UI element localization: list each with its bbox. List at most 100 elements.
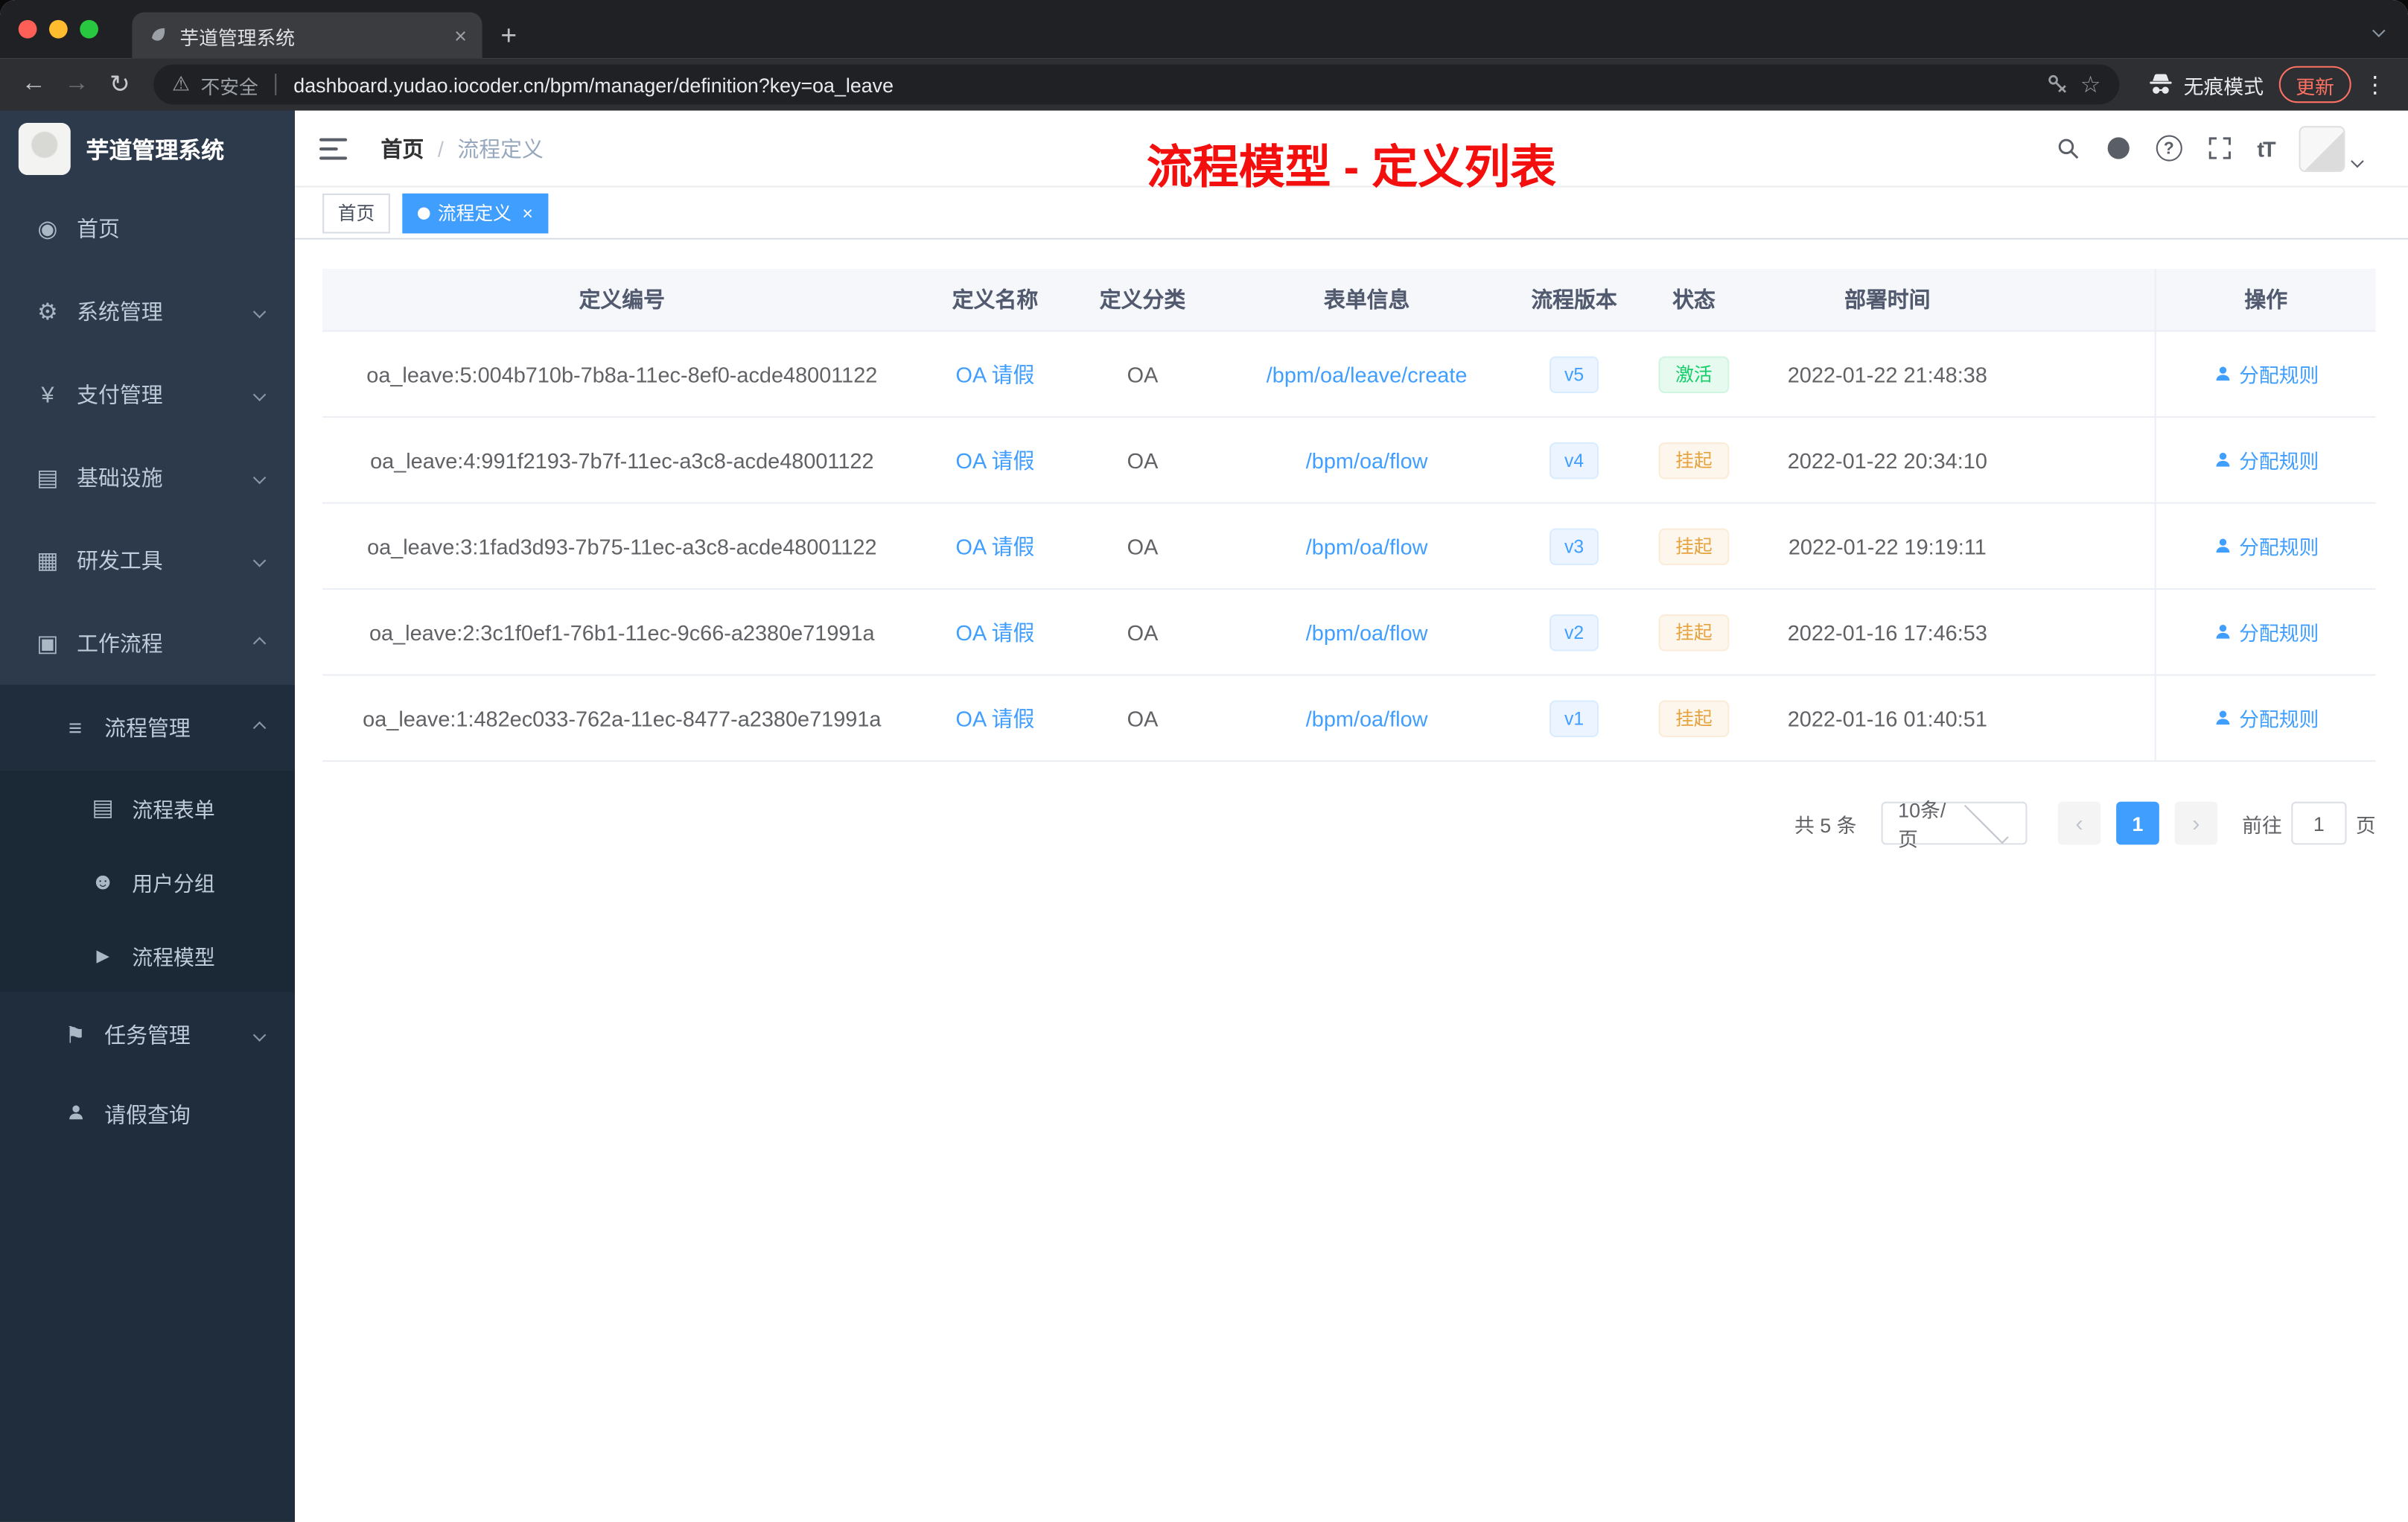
sidebar-item-infrastructure[interactable]: ▤ 基础设施	[0, 436, 295, 519]
cell-deploy-time: 2022-01-22 21:48:38	[1787, 361, 1987, 386]
user-avatar-wrap[interactable]	[2299, 125, 2364, 171]
version-badge: v3	[1549, 527, 1599, 564]
zoom-window-button[interactable]	[80, 19, 98, 39]
breadcrumb-home[interactable]: 首页	[381, 133, 424, 163]
page-content: 定义编号 定义名称 定义分类 表单信息 流程版本 状态 部署时间 操作 oa_l…	[295, 239, 2408, 1522]
definition-name-link[interactable]: OA 请假	[956, 445, 1035, 475]
goto-page: 前往 页	[2242, 801, 2376, 845]
browser-toolbar: ← → ↻ ⚠ 不安全 dashboard.yudao.iocoder.cn/b…	[0, 58, 2408, 111]
form-info-link[interactable]: /bpm/oa/flow	[1306, 620, 1428, 644]
fullscreen-icon[interactable]	[2206, 136, 2232, 162]
sidebar-item-process-mgmt[interactable]: ≡ 流程管理	[0, 684, 295, 771]
tab-search-chevron-icon[interactable]	[2372, 16, 2386, 43]
back-button[interactable]: ←	[13, 63, 56, 106]
form-info-link[interactable]: /bpm/oa/flow	[1306, 448, 1428, 472]
search-icon[interactable]	[2054, 136, 2080, 162]
user-group-icon: ☻	[90, 868, 115, 895]
minimize-window-button[interactable]	[49, 19, 68, 39]
tag-process-definition[interactable]: 流程定义 ×	[402, 192, 549, 233]
forward-button[interactable]: →	[55, 63, 98, 106]
window-controls	[0, 19, 114, 39]
bookmark-star-icon[interactable]: ☆	[2080, 71, 2101, 98]
chevron-down-icon	[252, 554, 267, 567]
assign-rule-link[interactable]: 分配规则	[2213, 617, 2319, 646]
sidebar-item-leave-query[interactable]: 请假查询	[0, 1077, 295, 1152]
sidebar-item-process-form[interactable]: ▤ 流程表单	[0, 771, 295, 845]
tab-close-icon[interactable]: ×	[454, 25, 467, 46]
browser-menu-icon[interactable]: ⋮	[2363, 71, 2386, 98]
sidebar-item-payment-mgmt[interactable]: ¥ 支付管理	[0, 353, 295, 436]
avatar-dropdown-caret-icon[interactable]	[2351, 153, 2364, 168]
cell-category: OA	[1127, 705, 1159, 730]
sidebar-toggle-icon[interactable]	[319, 137, 348, 159]
help-icon[interactable]: ?	[2156, 135, 2182, 162]
cell-definition-id: oa_leave:1:482ec033-762a-11ec-8477-a2380…	[363, 705, 882, 730]
version-badge: v2	[1549, 613, 1599, 651]
prev-page-button[interactable]: ‹	[2057, 801, 2101, 845]
status-badge: 挂起	[1658, 441, 1730, 479]
sidebar-item-task-mgmt[interactable]: ⚑ 任务管理	[0, 992, 295, 1078]
page-title-annotation: 流程模型 - 定义列表	[1146, 142, 1557, 194]
breadcrumb-separator: /	[437, 136, 444, 161]
logo-avatar	[18, 123, 71, 176]
definition-name-link[interactable]: OA 请假	[956, 703, 1035, 733]
github-icon[interactable]	[2105, 136, 2131, 162]
cell-definition-id: oa_leave:5:004b710b-7b8a-11ec-8ef0-acde4…	[366, 361, 878, 386]
version-badge: v5	[1549, 355, 1599, 392]
sidebar-item-dev-tools[interactable]: ▦ 研发工具	[0, 519, 295, 602]
form-info-link[interactable]: /bpm/oa/flow	[1306, 534, 1428, 558]
chrome-update-button[interactable]: 更新	[2278, 66, 2351, 104]
browser-tabstrip: 芋道管理系统 × +	[0, 0, 2408, 59]
new-tab-button[interactable]: +	[500, 13, 517, 59]
table-header-row: 定义编号 定义名称 定义分类 表单信息 流程版本 状态 部署时间 操作	[322, 268, 2376, 332]
reload-button[interactable]: ↻	[98, 63, 141, 106]
definition-name-link[interactable]: OA 请假	[956, 617, 1035, 647]
col-header-category: 定义分类	[1099, 287, 1186, 312]
avatar[interactable]	[2299, 125, 2345, 171]
col-header-status: 状态	[1672, 287, 1716, 312]
browser-tab[interactable]: 芋道管理系统 ×	[132, 12, 482, 59]
tag-home[interactable]: 首页	[322, 192, 390, 233]
definition-name-link[interactable]: OA 请假	[956, 359, 1035, 389]
form-info-link[interactable]: /bpm/oa/leave/create	[1267, 362, 1468, 386]
assign-rule-link[interactable]: 分配规则	[2213, 532, 2319, 561]
assign-rule-link[interactable]: 分配规则	[2213, 704, 2319, 733]
sidebar-item-process-model[interactable]: ▶ 流程模型	[0, 918, 295, 993]
goto-prefix: 前往	[2242, 813, 2282, 837]
person-icon	[2213, 536, 2233, 556]
status-badge: 挂起	[1658, 699, 1730, 736]
sidebar-item-workflow[interactable]: ▣ 工作流程	[0, 602, 295, 685]
url-divider	[275, 74, 277, 95]
page-size-select[interactable]: 10条/页	[1881, 799, 2028, 851]
pagination: 共 5 条 10条/页 ‹ 1 › 前往 页	[322, 799, 2376, 851]
tab-title: 芋道管理系统	[179, 27, 296, 48]
definition-name-link[interactable]: OA 请假	[956, 531, 1035, 561]
font-size-icon[interactable]: tT	[2257, 136, 2275, 161]
assign-rule-link[interactable]: 分配规则	[2213, 360, 2319, 389]
sidebar-item-user-group[interactable]: ☻ 用户分组	[0, 844, 295, 919]
form-info-link[interactable]: /bpm/oa/flow	[1306, 706, 1428, 730]
next-page-button[interactable]: ›	[2174, 801, 2218, 845]
page-number-button[interactable]: 1	[2116, 801, 2159, 845]
sidebar-item-system-mgmt[interactable]: ⚙ 系统管理	[0, 270, 295, 353]
logo-title: 芋道管理系统	[86, 137, 225, 164]
security-label: 不安全	[200, 76, 258, 98]
close-window-button[interactable]	[18, 19, 37, 39]
chevron-down-icon	[252, 305, 267, 319]
col-header-action: 操作	[2154, 268, 2376, 331]
status-badge: 挂起	[1658, 613, 1730, 651]
person-icon	[58, 1102, 92, 1128]
status-badge: 激活	[1658, 355, 1730, 392]
url-text[interactable]: dashboard.yudao.iocoder.cn/bpm/manager/d…	[293, 73, 2034, 96]
address-bar[interactable]: ⚠ 不安全 dashboard.yudao.iocoder.cn/bpm/man…	[153, 64, 2120, 105]
table-row: oa_leave:5:004b710b-7b8a-11ec-8ef0-acde4…	[322, 331, 2376, 418]
assign-rule-link[interactable]: 分配规则	[2213, 445, 2319, 474]
goto-page-input[interactable]	[2291, 801, 2347, 845]
password-key-icon[interactable]	[2045, 72, 2069, 97]
sidebar-item-home[interactable]: ◉ 首页	[0, 188, 295, 270]
cell-category: OA	[1127, 620, 1159, 645]
sidebar-logo[interactable]: 芋道管理系统	[0, 111, 295, 188]
cell-definition-id: oa_leave:2:3c1f0ef1-76b1-11ec-9c66-a2380…	[369, 620, 875, 645]
tag-close-icon[interactable]: ×	[522, 202, 532, 223]
form-icon: ▤	[92, 795, 114, 822]
